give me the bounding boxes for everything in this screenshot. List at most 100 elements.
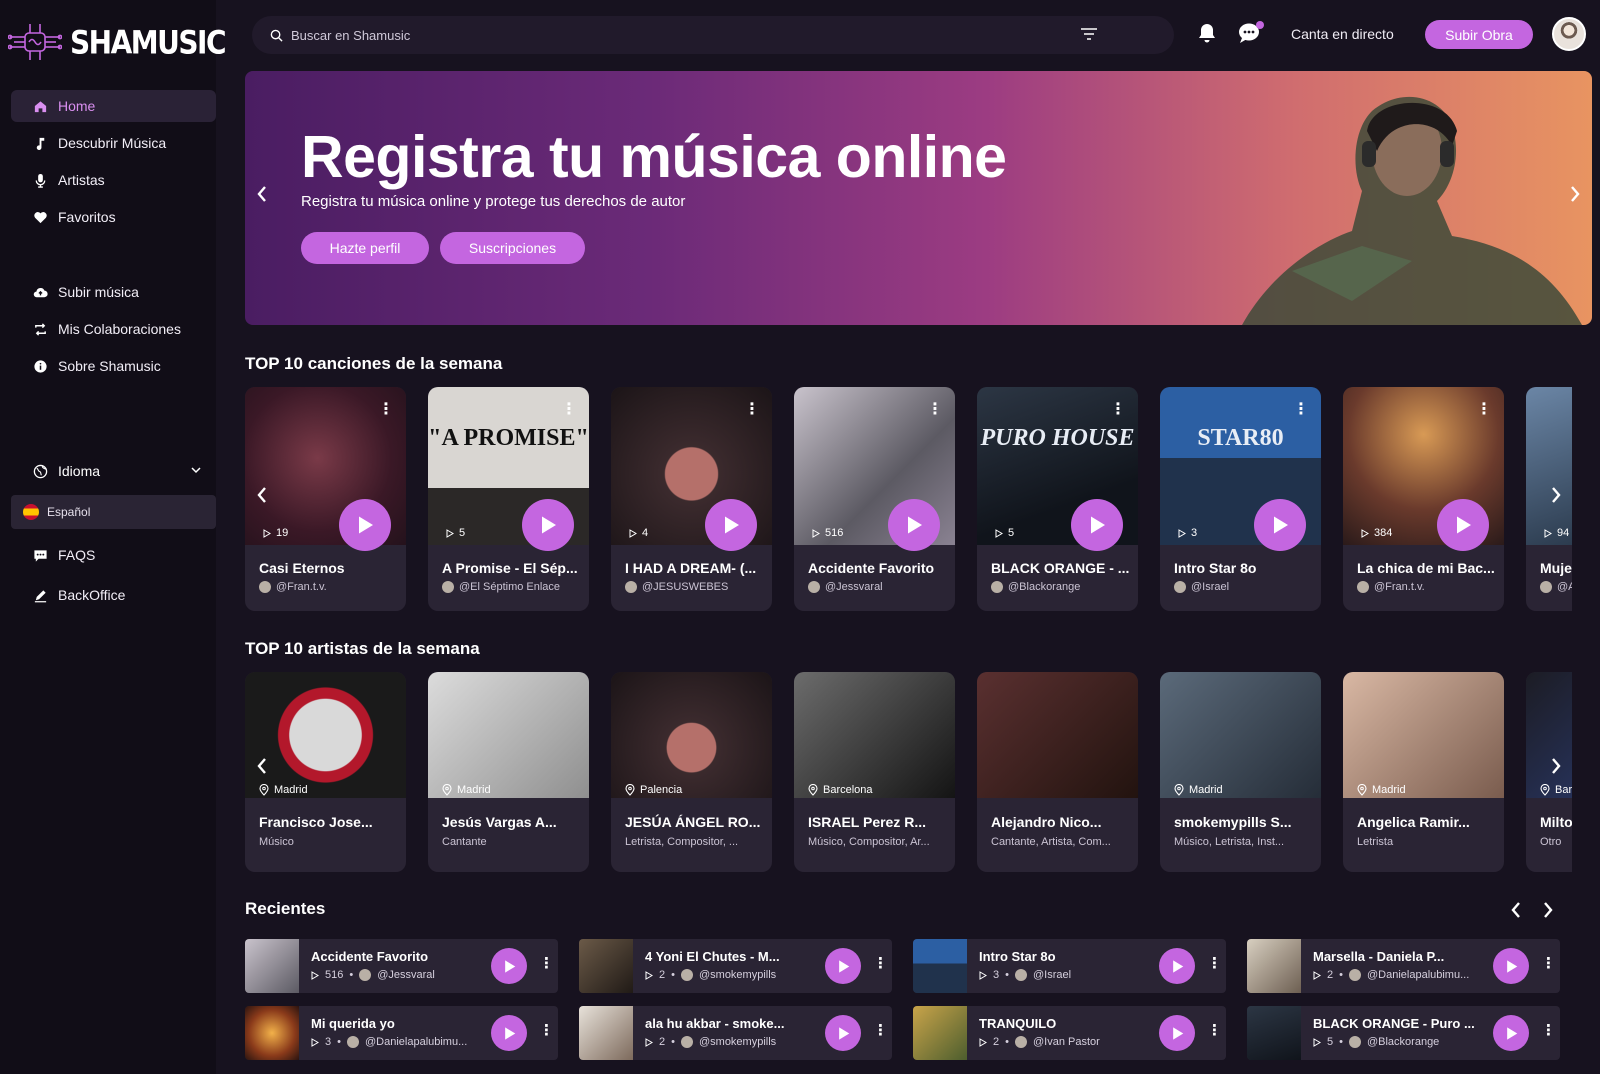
play-button[interactable] <box>491 1015 527 1051</box>
subscriptions-button[interactable]: Suscripciones <box>440 232 585 264</box>
play-button[interactable] <box>1493 1015 1529 1051</box>
play-button[interactable] <box>1159 1015 1195 1051</box>
sidebar-item-artists[interactable]: Artistas <box>11 164 216 196</box>
song-artist[interactable]: @El Séptimo Enlace <box>442 581 560 593</box>
recent-cover-image <box>1247 939 1301 993</box>
song-artist[interactable]: @Blackorange <box>991 581 1080 593</box>
artists-prev-arrow-icon[interactable] <box>255 756 269 776</box>
artist-handle[interactable]: @smokemypills <box>699 969 776 981</box>
recent-item[interactable]: Marsella - Daniela P... 2 • @Danielapalubi… <box>1247 939 1560 993</box>
song-card[interactable]: ⋮ 516 Accidente Favorito @Jessvaral <box>794 387 955 611</box>
songs-prev-arrow-icon[interactable] <box>255 485 269 505</box>
song-artist[interactable]: @JESUSWEBES <box>625 581 728 593</box>
song-card[interactable]: "A PROMISE" ⋮ 5 A Promise - El Sép... @E… <box>428 387 589 611</box>
song-card[interactable]: ⋮ 384 La chica de mi Bac... @Fran.t.v. <box>1343 387 1504 611</box>
upload-work-button[interactable]: Subir Obra <box>1425 20 1533 49</box>
sidebar-item-discover[interactable]: Descubrir Música <box>11 127 216 159</box>
sidebar-item-backoffice[interactable]: BackOffice <box>11 579 216 611</box>
artist-handle[interactable]: @Blackorange <box>1367 1036 1439 1048</box>
create-profile-button[interactable]: Hazte perfil <box>301 232 429 264</box>
song-card[interactable]: ⋮ 4 I HAD A DREAM- (... @JESUSWEBES <box>611 387 772 611</box>
play-button[interactable] <box>1493 948 1529 984</box>
artist-card[interactable]: Madrid Jesús Vargas A... Cantante <box>428 672 589 872</box>
more-options-icon[interactable]: ⋮ <box>1476 399 1492 419</box>
more-options-icon[interactable]: ⋮ <box>1207 954 1222 972</box>
artist-card[interactable]: Madrid Francisco Jose... Músico <box>245 672 406 872</box>
sidebar-item-home[interactable]: Home <box>11 90 216 122</box>
more-options-icon[interactable]: ⋮ <box>1110 399 1126 419</box>
song-artist[interactable]: @Jessvaral <box>808 581 883 593</box>
recent-item[interactable]: BLACK ORANGE - Puro ... 5 • @Blackorange ⋮ <box>1247 1006 1560 1060</box>
play-button[interactable] <box>491 948 527 984</box>
search-input[interactable] <box>291 27 1051 43</box>
more-options-icon[interactable]: ⋮ <box>561 399 577 419</box>
recent-prev-arrow-icon[interactable] <box>1509 900 1523 920</box>
song-artist[interactable]: @Fran.t.v. <box>259 581 327 593</box>
artist-card[interactable]: Madrid Angelica Ramir... Letrista <box>1343 672 1504 872</box>
sidebar-item-about[interactable]: Sobre Shamusic <box>11 350 216 382</box>
songs-next-arrow-icon[interactable] <box>1549 485 1563 505</box>
hero-prev-arrow-icon[interactable] <box>255 184 269 204</box>
recent-item[interactable]: TRANQUILO 2 • @Ivan Pastor ⋮ <box>913 1006 1226 1060</box>
play-button[interactable] <box>1071 499 1123 551</box>
recent-cover-image <box>913 1006 967 1060</box>
artist-handle[interactable]: @Israel <box>1033 969 1071 981</box>
sidebar-item-faqs[interactable]: FAQS <box>11 539 216 571</box>
artist-handle[interactable]: @smokemypills <box>699 1036 776 1048</box>
play-button[interactable] <box>1437 499 1489 551</box>
play-button[interactable] <box>888 499 940 551</box>
logo[interactable]: SHAMUSIC <box>8 22 227 62</box>
artist-handle[interactable]: @Ivan Pastor <box>1033 1036 1100 1048</box>
artist-handle[interactable]: @Danielapalubimu... <box>365 1036 467 1048</box>
more-options-icon[interactable]: ⋮ <box>539 954 554 972</box>
play-button[interactable] <box>522 499 574 551</box>
hero-next-arrow-icon[interactable] <box>1568 184 1582 204</box>
play-button[interactable] <box>705 499 757 551</box>
sidebar-item-collaborations[interactable]: Mis Colaboraciones <box>11 313 216 345</box>
messages-icon[interactable] <box>1237 20 1265 44</box>
more-options-icon[interactable]: ⋮ <box>873 954 888 972</box>
artists-next-arrow-icon[interactable] <box>1549 756 1563 776</box>
artist-handle[interactable]: @Jessvaral <box>377 969 435 981</box>
more-options-icon[interactable]: ⋮ <box>539 1021 554 1039</box>
artist-card[interactable]: Barcelona ISRAEL Perez R... Músico, Comp… <box>794 672 955 872</box>
artist-card[interactable]: Alejandro Nico... Cantante, Artista, Com… <box>977 672 1138 872</box>
play-button[interactable] <box>825 1015 861 1051</box>
recent-item[interactable]: Accidente Favorito 516 • @Jessvaral ⋮ <box>245 939 558 993</box>
language-option-spanish[interactable]: Español <box>11 495 216 529</box>
more-options-icon[interactable]: ⋮ <box>1541 1021 1556 1039</box>
more-options-icon[interactable]: ⋮ <box>744 399 760 419</box>
song-artist[interactable]: @Israel <box>1174 581 1229 593</box>
song-card[interactable]: PURO HOUSE ⋮ 5 BLACK ORANGE - ... @Black… <box>977 387 1138 611</box>
artist-handle[interactable]: @Danielapalubimu... <box>1367 969 1469 981</box>
more-options-icon[interactable]: ⋮ <box>378 399 394 419</box>
play-button[interactable] <box>339 499 391 551</box>
play-button[interactable] <box>1254 499 1306 551</box>
song-card[interactable]: STAR80 ⋮ 3 Intro Star 8o @Israel <box>1160 387 1321 611</box>
recent-next-arrow-icon[interactable] <box>1541 900 1555 920</box>
sidebar-item-upload[interactable]: Subir música <box>11 276 216 308</box>
artist-card[interactable]: Madrid smokemypills S... Músico, Letrist… <box>1160 672 1321 872</box>
song-artist[interactable]: @Ar <box>1540 581 1572 593</box>
more-options-icon[interactable]: ⋮ <box>1293 399 1309 419</box>
more-options-icon[interactable]: ⋮ <box>1541 954 1556 972</box>
more-options-icon[interactable]: ⋮ <box>1207 1021 1222 1039</box>
recent-item[interactable]: ala hu akbar - smoke... 2 • @smokemypills … <box>579 1006 892 1060</box>
more-options-icon[interactable]: ⋮ <box>927 399 943 419</box>
song-artist[interactable]: @Fran.t.v. <box>1357 581 1425 593</box>
recent-item[interactable]: Intro Star 8o 3 • @Israel ⋮ <box>913 939 1226 993</box>
filter-icon[interactable] <box>1080 26 1098 42</box>
live-sing-link[interactable]: Canta en directo <box>1291 26 1394 42</box>
sidebar-item-favorites[interactable]: Favoritos <box>11 201 216 233</box>
play-button[interactable] <box>825 948 861 984</box>
play-button[interactable] <box>1159 948 1195 984</box>
recent-item[interactable]: Mi querida yo 3 • @Danielapalubimu... ⋮ <box>245 1006 558 1060</box>
cover-text: STAR80 <box>1197 425 1284 451</box>
user-avatar[interactable] <box>1552 17 1586 51</box>
more-options-icon[interactable]: ⋮ <box>873 1021 888 1039</box>
artist-card[interactable]: Palencia JESÚA ÁNGEL RO... Letrista, Com… <box>611 672 772 872</box>
song-card[interactable]: ⋮ 19 Casi Eternos @Fran.t.v. <box>245 387 406 611</box>
recent-item[interactable]: 4 Yoni El Chutes - M... 2 • @smokemypills … <box>579 939 892 993</box>
bell-icon[interactable] <box>1197 22 1217 44</box>
language-selector[interactable]: Idioma <box>11 458 216 484</box>
